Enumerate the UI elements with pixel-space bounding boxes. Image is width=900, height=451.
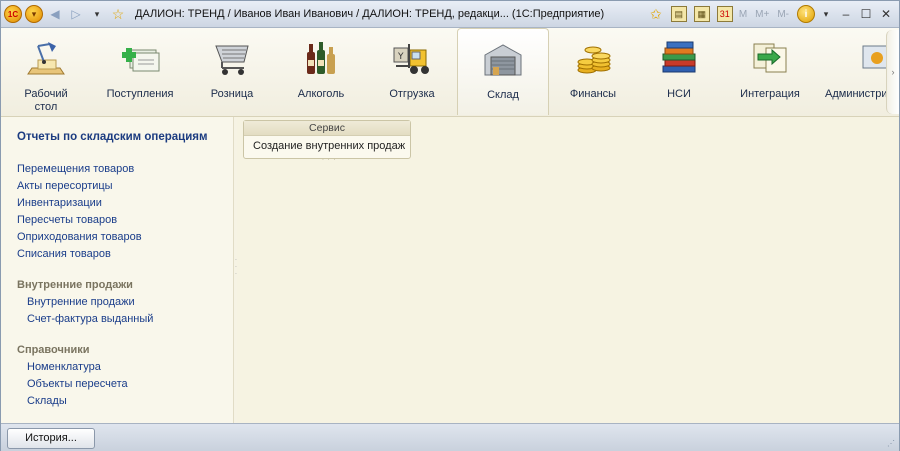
status-bar: История... ⋰ — [1, 423, 899, 451]
minimize-icon: – — [842, 7, 850, 21]
section-label: Интеграция — [740, 88, 800, 100]
favorites-button[interactable]: ☆ — [109, 5, 127, 23]
section-integration[interactable]: Интеграция — [723, 28, 817, 114]
section-label: Склад — [487, 89, 519, 101]
maximize-button[interactable]: ☐ — [857, 7, 875, 21]
title-toolbar: ✩ ▤ ▦ 31 M M+ M- i ▾ – ☐ ✕ — [644, 5, 899, 23]
calendar-icon: 31 — [716, 6, 733, 22]
create-internal-sales-command[interactable]: Создание внутренних продаж — [244, 136, 410, 152]
section-label: Отгрузка — [389, 88, 435, 100]
maximize-icon: ☐ — [860, 7, 872, 21]
chevron-down-icon: ▾ — [94, 8, 100, 19]
nav-header-warehouse-reports[interactable]: Отчеты по складским операциям — [17, 131, 208, 143]
app-menu-button[interactable]: 1С — [4, 5, 22, 23]
books-icon — [662, 41, 696, 73]
section-label: Розница — [210, 88, 254, 100]
1c-logo-icon: 1С — [4, 5, 22, 23]
section-label: Рабочий стол — [24, 88, 68, 113]
section-shipment[interactable]: Y Отгрузка — [371, 28, 453, 114]
nav-item-warehouses[interactable]: Склады — [27, 395, 67, 407]
desk-lamp-icon — [27, 42, 65, 75]
history-button[interactable]: История... — [7, 428, 95, 449]
forward-arrow-icon: ▷ — [71, 7, 81, 21]
coins-icon — [577, 46, 611, 74]
forklift-icon: Y — [393, 44, 429, 74]
sections-panel: Рабочий стол Поступления Розница Алкогол… — [1, 28, 899, 117]
sections-scroll-right-button[interactable]: › — [886, 30, 899, 114]
admin-icon — [862, 45, 887, 69]
nav-item-transfers[interactable]: Перемещения товаров — [17, 163, 134, 175]
section-receipts[interactable]: Поступления — [97, 28, 183, 114]
nav-item-recounts[interactable]: Пересчеты товаров — [17, 214, 117, 226]
section-desktop[interactable]: Рабочий стол — [7, 28, 85, 114]
memory-minus-button[interactable]: M- — [774, 9, 792, 20]
panel-resize-grip-icon[interactable]: ˙˙˙ — [322, 158, 339, 167]
shopping-cart-icon — [215, 45, 249, 75]
info-dropdown-button[interactable]: ▾ — [817, 9, 835, 20]
section-label: Администри — [825, 88, 887, 100]
section-retail[interactable]: Розница — [193, 28, 271, 114]
info-icon: i — [797, 5, 815, 23]
nav-dropdown-button[interactable]: ▾ — [88, 5, 106, 23]
service-panel: Сервис Создание внутренних продаж — [243, 120, 411, 159]
nav-item-postings[interactable]: Оприходования товаров — [17, 231, 142, 243]
window-title: ДАЛИОН: ТРЕНД / Иванов Иван Иванович / Д… — [135, 8, 605, 20]
star-add-icon: ✩ — [649, 5, 662, 22]
minimize-button[interactable]: – — [837, 7, 855, 21]
section-nsi[interactable]: НСИ — [641, 28, 717, 114]
window-resize-grip-icon[interactable]: ⋰ — [887, 439, 895, 448]
calculator-button[interactable]: ▦ — [693, 5, 711, 23]
section-administration[interactable]: Администри — [819, 28, 887, 114]
section-label: Финансы — [569, 88, 617, 100]
nav-group-catalogs: Справочники — [17, 344, 90, 356]
calendar-button[interactable]: 31 — [716, 5, 734, 23]
close-button[interactable]: ✕ — [877, 7, 895, 21]
title-bar: 1С ▾ ◀ ▷ ▾ ☆ ДАЛИОН: ТРЕНД / Иванов Иван… — [1, 1, 899, 28]
service-panel-title: Сервис — [244, 121, 410, 136]
bottles-icon — [307, 42, 335, 74]
info-button[interactable]: i — [797, 5, 815, 23]
star-icon: ☆ — [111, 5, 125, 22]
close-icon: ✕ — [880, 7, 892, 21]
section-label: Алкоголь — [297, 88, 345, 100]
nav-item-writeoffs[interactable]: Списания товаров — [17, 248, 111, 260]
calculator-icon: ▦ — [693, 6, 710, 22]
nav-group-internal-sales: Внутренние продажи — [17, 279, 133, 291]
chevron-down-icon: ▾ — [25, 5, 43, 23]
document-icon: ▤ — [670, 6, 687, 22]
add-favorite-button[interactable]: ✩ — [647, 5, 665, 23]
section-warehouse[interactable]: Склад — [457, 28, 549, 115]
exchange-icon — [753, 43, 787, 73]
main-menu-button[interactable]: ▾ — [25, 5, 43, 23]
memory-plus-button[interactable]: M+ — [752, 9, 772, 20]
section-label: Поступления — [106, 88, 174, 100]
nav-item-resorting-acts[interactable]: Акты пересортицы — [17, 180, 113, 192]
nav-item-recount-objects[interactable]: Объекты пересчета — [27, 378, 128, 390]
back-button[interactable]: ◀ — [46, 5, 64, 23]
memory-button[interactable]: M — [736, 9, 750, 20]
nav-item-internal-sales[interactable]: Внутренние продажи — [27, 296, 135, 308]
section-label: НСИ — [667, 88, 691, 100]
application-window: 1С ▾ ◀ ▷ ▾ ☆ ДАЛИОН: ТРЕНД / Иванов Иван… — [0, 0, 900, 451]
chevron-right-icon: › — [891, 67, 895, 77]
section-finance[interactable]: Финансы — [553, 28, 633, 114]
warehouse-icon — [484, 44, 522, 76]
forward-button[interactable]: ▷ — [67, 5, 85, 23]
nav-item-nomenclature[interactable]: Номенклатура — [27, 361, 101, 373]
navigation-panel: Отчеты по складским операциям Перемещени… — [1, 117, 233, 423]
money-in-icon — [122, 48, 160, 72]
copy-link-button[interactable]: ▤ — [670, 5, 688, 23]
section-alcohol[interactable]: Алкоголь — [281, 28, 361, 114]
svg-text:Y: Y — [397, 52, 404, 62]
back-arrow-icon: ◀ — [50, 7, 60, 21]
nav-item-inventories[interactable]: Инвентаризации — [17, 197, 102, 209]
nav-item-invoice-issued[interactable]: Счет-фактура выданный — [27, 313, 153, 325]
